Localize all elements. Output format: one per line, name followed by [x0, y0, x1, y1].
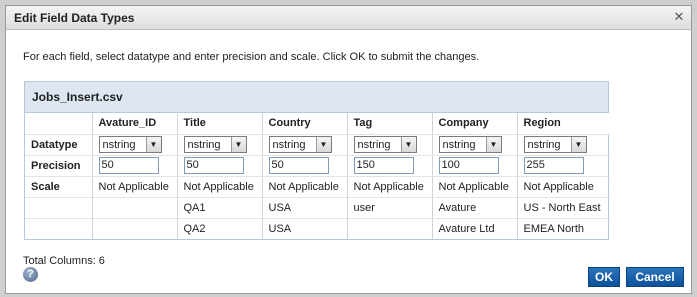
datatype-cell: nstring ▼ — [92, 134, 178, 156]
precision-row: Precision 50 50 50 150 100 255 — [25, 155, 610, 177]
precision-input[interactable]: 150 — [353, 157, 414, 174]
precision-input[interactable]: 50 — [183, 157, 244, 174]
precision-cell: 100 — [432, 155, 518, 177]
column-header: Company — [432, 113, 518, 135]
file-name-header: Jobs_Insert.csv — [25, 82, 608, 113]
row-label-precision: Precision — [25, 155, 93, 177]
precision-input[interactable]: 50 — [98, 157, 159, 174]
dropdown-arrow-icon[interactable]: ▼ — [570, 137, 586, 152]
datatype-value: nstring — [272, 138, 306, 151]
row-label-empty — [25, 197, 93, 219]
dropdown-arrow-icon[interactable]: ▼ — [145, 137, 161, 152]
datatype-cell: nstring ▼ — [517, 134, 610, 156]
scale-cell: Not Applicable — [177, 176, 263, 198]
precision-input[interactable]: 50 — [268, 157, 329, 174]
corner-cell — [25, 113, 93, 135]
sample-cell — [347, 218, 433, 239]
sample-data-row: QA1 USA user Avature US - North East — [25, 197, 610, 219]
help-icon[interactable]: ? — [23, 267, 38, 282]
ok-button[interactable]: OK — [588, 267, 620, 287]
row-label-scale: Scale — [25, 176, 93, 198]
datatype-cell: nstring ▼ — [262, 134, 348, 156]
precision-cell: 150 — [347, 155, 433, 177]
header-row: Avature_ID Title Country Tag Company Region — [25, 113, 610, 135]
datatype-select[interactable]: nstring ▼ — [183, 136, 247, 153]
column-header: Avature_ID — [92, 113, 178, 135]
sample-cell: EMEA North — [523, 222, 585, 235]
row-label-empty — [25, 218, 93, 239]
scale-cell: Not Applicable — [347, 176, 433, 198]
datatype-select[interactable]: nstring ▼ — [353, 136, 417, 153]
datatype-select[interactable]: nstring ▼ — [523, 136, 587, 153]
datatype-value: nstring — [357, 138, 391, 151]
column-header: Title — [177, 113, 263, 135]
edit-field-data-types-dialog: Edit Field Data Types ✕ For each field, … — [5, 5, 692, 294]
cancel-button[interactable]: Cancel — [626, 267, 684, 287]
sample-cell — [92, 197, 178, 219]
sample-cell: USA — [262, 218, 348, 239]
precision-cell: 50 — [92, 155, 178, 177]
dropdown-arrow-icon[interactable]: ▼ — [400, 137, 416, 152]
dialog-title: Edit Field Data Types — [14, 10, 135, 25]
instructions-text: For each field, select datatype and ente… — [23, 51, 480, 63]
sample-cell: QA2 — [177, 218, 263, 239]
dropdown-arrow-icon[interactable]: ▼ — [315, 137, 331, 152]
scale-row: Scale Not Applicable Not Applicable Not App… — [25, 176, 610, 198]
scale-cell: Not Applicable — [92, 176, 178, 198]
datatype-row: Datatype nstring ▼ nstring ▼ nstring ▼ nstring ▼… — [25, 134, 610, 156]
dropdown-arrow-icon[interactable]: ▼ — [230, 137, 246, 152]
datatype-cell: nstring ▼ — [432, 134, 518, 156]
sample-cell: QA1 — [177, 197, 263, 219]
close-icon[interactable]: ✕ — [673, 10, 685, 23]
precision-cell: 50 — [177, 155, 263, 177]
sample-cell: Avature — [432, 197, 518, 219]
sample-cell: Avature Ltd — [432, 218, 518, 239]
datatype-select[interactable]: nstring ▼ — [268, 136, 332, 153]
column-header: Tag — [347, 113, 433, 135]
datatype-value: nstring — [187, 138, 221, 151]
scale-cell: Not Applicable — [517, 176, 610, 198]
datatype-value: nstring — [102, 138, 136, 151]
column-header: Country — [262, 113, 348, 135]
total-columns-label: Total Columns: 6 — [23, 255, 105, 267]
precision-cell: 50 — [262, 155, 348, 177]
datatype-select[interactable]: nstring ▼ — [438, 136, 502, 153]
datatype-cell: nstring ▼ — [347, 134, 433, 156]
sample-data-row: QA2 USA Avature Ltd EMEA North — [25, 218, 610, 239]
datatype-select[interactable]: nstring ▼ — [98, 136, 162, 153]
dropdown-arrow-icon[interactable]: ▼ — [485, 137, 501, 152]
precision-input[interactable]: 100 — [438, 157, 499, 174]
scale-cell: Not Applicable — [432, 176, 518, 198]
row-label-datatype: Datatype — [25, 134, 93, 156]
datatype-value: nstring — [527, 138, 561, 151]
scale-cell: Not Applicable — [262, 176, 348, 198]
sample-cell: USA — [262, 197, 348, 219]
precision-cell: 255 — [517, 155, 610, 177]
datatype-value: nstring — [442, 138, 476, 151]
column-header: Region — [517, 113, 610, 135]
field-table: Avature_ID Title Country Tag Company Region Da… — [25, 113, 610, 239]
dialog-titlebar: Edit Field Data Types ✕ — [6, 6, 691, 30]
field-grid: Jobs_Insert.csv Avature_ID Title Country Ta… — [24, 81, 610, 240]
precision-input[interactable]: 255 — [523, 157, 584, 174]
sample-cell — [92, 218, 178, 239]
datatype-cell: nstring ▼ — [177, 134, 263, 156]
sample-cell: user — [347, 197, 433, 219]
sample-cell: US - North East — [517, 197, 610, 219]
